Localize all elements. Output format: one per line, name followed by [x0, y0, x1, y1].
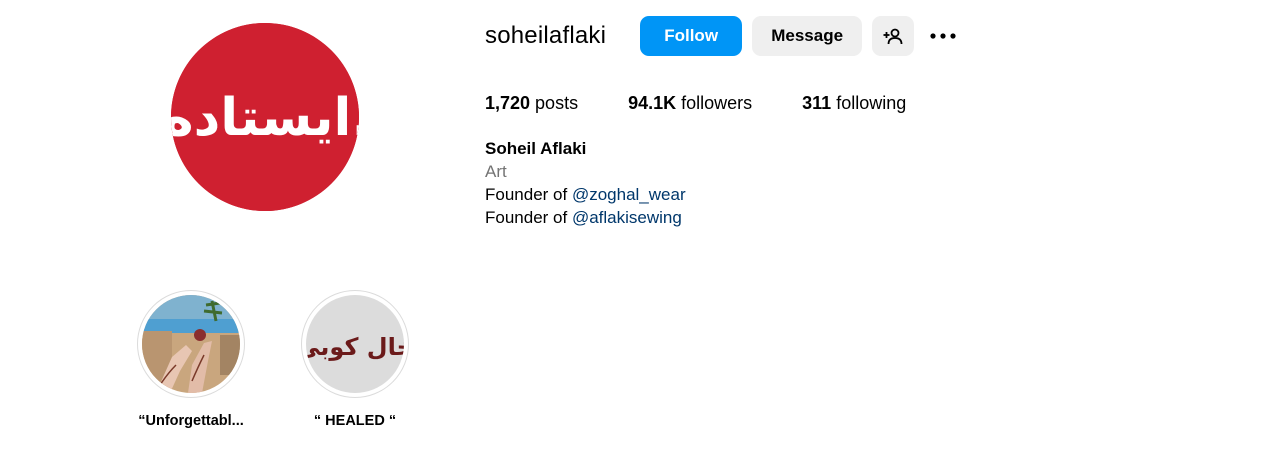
highlight-cover-image [142, 295, 240, 393]
avatar-logo-text: ایستاده. [171, 88, 359, 148]
full-name: Soheil Aflaki [485, 139, 587, 158]
message-button[interactable]: Message [752, 16, 863, 56]
avatar-logo-image: ایستاده. [171, 23, 359, 211]
calligraphy-cover-image: خال کوبی [306, 295, 404, 393]
story-highlight[interactable]: “Unforgettabl... [137, 290, 245, 429]
highlight-ring [137, 290, 245, 398]
profile-avatar[interactable]: ایستاده. [171, 23, 359, 211]
highlight-cover-image: خال کوبی [306, 295, 404, 393]
suggested-accounts-button[interactable] [872, 16, 915, 56]
more-options-button[interactable] [926, 16, 960, 56]
bio-line-2-text: Founder of [485, 208, 572, 227]
followers-label: followers [676, 92, 753, 113]
mention-link-zoghal-wear[interactable]: @zoghal_wear [572, 185, 686, 204]
highlight-cover-text: خال کوبی [306, 333, 404, 361]
profile-bio: Soheil Aflaki Art Founder of @zoghal_wea… [485, 137, 1205, 229]
bio-line-1: Founder of @zoghal_wear [485, 183, 1205, 206]
following-label: following [831, 92, 907, 113]
following-count: 311 [802, 92, 832, 113]
username: soheilaflaki [485, 22, 607, 49]
story-highlight[interactable]: خال کوبی “ HEALED “ [301, 290, 409, 429]
mention-link-aflakisewing[interactable]: @aflakisewing [572, 208, 682, 227]
posts-label: posts [530, 92, 579, 113]
followers-stat[interactable]: 94.1K followers [628, 93, 752, 114]
posts-count: 1,720 [485, 92, 531, 113]
highlight-ring: خال کوبی [301, 290, 409, 398]
posts-stat: 1,720 posts [485, 93, 578, 114]
bio-line-1-text: Founder of [485, 185, 572, 204]
highlight-label: “Unforgettabl... [138, 413, 244, 429]
add-person-icon [883, 28, 903, 45]
profile-header: soheilaflaki Follow Message 1,720 posts … [485, 16, 1205, 229]
profile-stats: 1,720 posts 94.1K followers 311 followin… [485, 91, 1205, 115]
more-options-icon [930, 33, 956, 39]
profile-actions-row: soheilaflaki Follow Message [485, 16, 1205, 56]
follow-button[interactable]: Follow [640, 16, 743, 56]
highlight-label: “ HEALED “ [313, 413, 397, 429]
bio-line-2: Founder of @aflakisewing [485, 206, 1205, 229]
hands-photo-image [142, 295, 240, 393]
following-stat[interactable]: 311 following [802, 93, 906, 114]
followers-count: 94.1K [628, 92, 677, 113]
category-label: Art [485, 162, 507, 181]
